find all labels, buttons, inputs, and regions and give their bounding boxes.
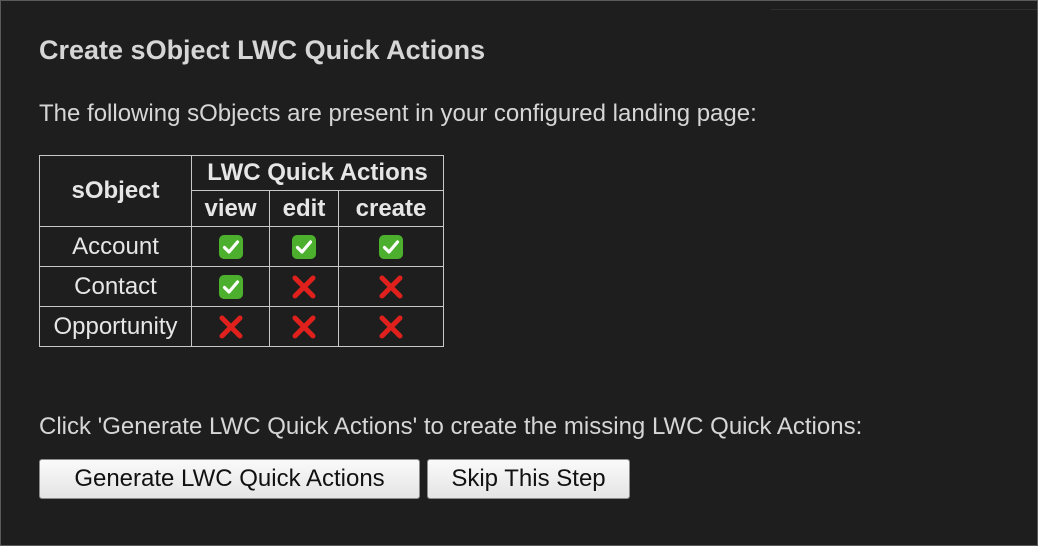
table-row: Opportunity bbox=[39, 306, 444, 347]
table-header-row: sObject LWC Quick Actions bbox=[39, 155, 444, 227]
intro-text: The following sObjects are present in yo… bbox=[39, 100, 757, 127]
quick-actions-table: sObject LWC Quick Actions view edit crea… bbox=[39, 155, 444, 347]
check-icon bbox=[218, 234, 244, 260]
check-icon bbox=[218, 274, 244, 300]
skip-step-button[interactable]: Skip This Step bbox=[427, 459, 630, 499]
status-cell bbox=[338, 266, 444, 307]
cross-icon bbox=[378, 274, 404, 300]
table-row: Contact bbox=[39, 266, 444, 307]
panel: Create sObject LWC Quick Actions The fol… bbox=[0, 0, 1038, 546]
instruction-text: Click 'Generate LWC Quick Actions' to cr… bbox=[39, 413, 863, 440]
divider bbox=[771, 9, 1037, 10]
status-cell bbox=[338, 226, 444, 267]
check-icon bbox=[291, 234, 317, 260]
status-cell bbox=[191, 306, 270, 347]
status-cell bbox=[269, 266, 339, 307]
sobject-name: Account bbox=[39, 226, 192, 267]
sobject-name: Contact bbox=[39, 266, 192, 307]
cross-icon bbox=[291, 314, 317, 340]
status-cell bbox=[269, 306, 339, 347]
sobject-name: Opportunity bbox=[39, 306, 192, 347]
status-cell bbox=[338, 306, 444, 347]
table-row: Account bbox=[39, 226, 444, 267]
generate-quick-actions-button[interactable]: Generate LWC Quick Actions bbox=[39, 459, 420, 499]
column-header-view: view bbox=[191, 190, 270, 227]
page-title: Create sObject LWC Quick Actions bbox=[39, 35, 486, 65]
status-cell bbox=[191, 226, 270, 267]
cross-icon bbox=[291, 274, 317, 300]
column-header-sobject: sObject bbox=[39, 155, 192, 227]
column-header-edit: edit bbox=[269, 190, 339, 227]
cross-icon bbox=[218, 314, 244, 340]
cross-icon bbox=[378, 314, 404, 340]
column-header-create: create bbox=[338, 190, 444, 227]
status-cell bbox=[191, 266, 270, 307]
check-icon bbox=[378, 234, 404, 260]
status-cell bbox=[269, 226, 339, 267]
column-group-header: LWC Quick Actions bbox=[191, 155, 444, 191]
